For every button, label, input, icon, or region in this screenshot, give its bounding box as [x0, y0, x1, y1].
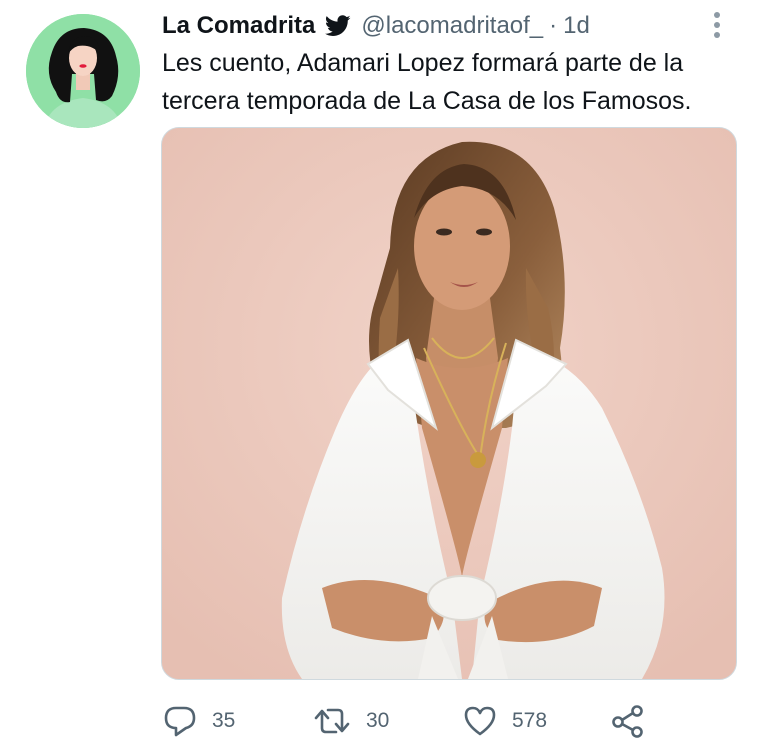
reply-button[interactable]: 35 [162, 696, 235, 746]
tweet-text: Les cuento, Adamari Lopez formará parte … [162, 49, 692, 115]
separator-dot: · [549, 12, 558, 39]
avatar-illustration [26, 14, 140, 128]
retweet-button[interactable]: 30 [312, 696, 389, 746]
speech-bubble-icon [164, 706, 196, 737]
like-count: 578 [512, 709, 548, 732]
bird-icon [325, 15, 351, 37]
timestamp[interactable]: 1d [563, 12, 590, 40]
photo-of-woman-in-white-shirt [162, 128, 736, 679]
vertical-dots-icon[interactable] [706, 10, 728, 40]
retweet-count: 30 [366, 709, 390, 732]
share-nodes-icon [612, 705, 643, 738]
avatar[interactable] [26, 14, 140, 128]
tweet-actions: 35 30 578 [162, 696, 722, 746]
tweet[interactable]: La Comadrita @lacomadritaof_ · 1d Les cu… [0, 0, 760, 756]
heart-icon [464, 706, 496, 736]
retweet-arrows-icon [314, 708, 350, 734]
share-button[interactable] [610, 696, 646, 746]
reply-count: 35 [212, 709, 236, 732]
user-handle[interactable]: @lacomadritaof_ [361, 12, 543, 40]
tweet-header: La Comadrita @lacomadritaof_ · 1d [162, 10, 590, 42]
like-button[interactable]: 578 [462, 696, 547, 746]
tweet-photo[interactable] [161, 127, 737, 680]
display-name[interactable]: La Comadrita [162, 12, 315, 40]
